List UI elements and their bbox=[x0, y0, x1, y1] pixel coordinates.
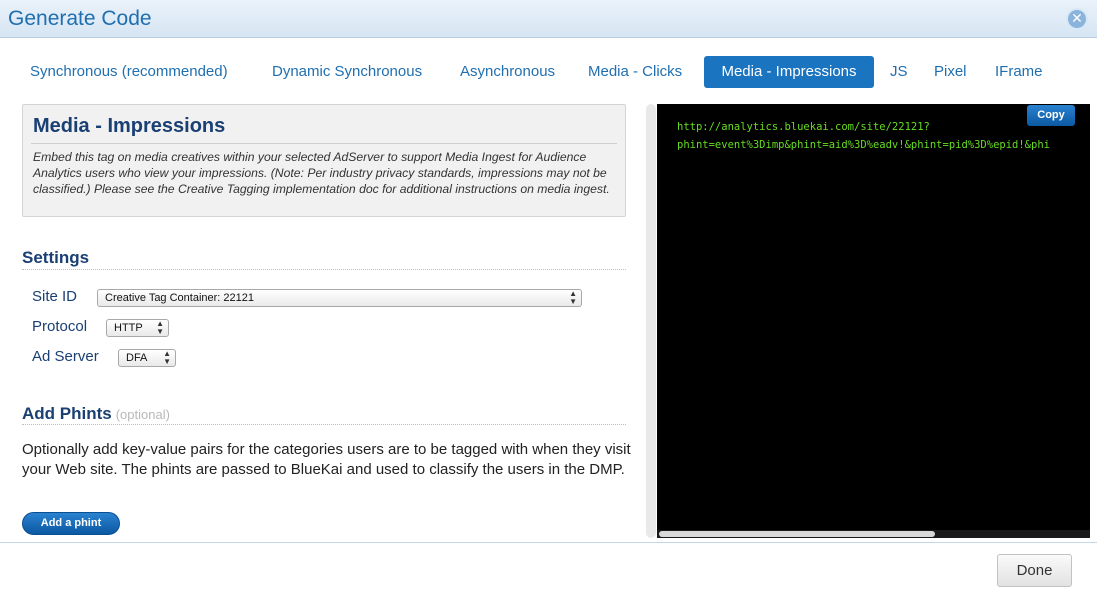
tab-pixel[interactable]: Pixel bbox=[922, 56, 979, 88]
scrollbar-thumb[interactable] bbox=[659, 531, 935, 537]
code-line-2: phint=event%3Dimp&phint=aid%3D%eadv!&phi… bbox=[677, 139, 1050, 151]
done-button[interactable]: Done bbox=[997, 554, 1072, 587]
ad-server-value: DFA bbox=[126, 352, 148, 364]
settings-pane: Media - Impressions Embed this tag on me… bbox=[0, 102, 640, 540]
tab-bar: Synchronous (recommended) Dynamic Synchr… bbox=[0, 56, 1097, 88]
add-phints-heading: Add Phints bbox=[22, 404, 112, 423]
code-output[interactable]: http://analytics.bluekai.com/site/22121?… bbox=[657, 104, 1090, 534]
protocol-select[interactable]: HTTP ▲ ▼ bbox=[106, 319, 169, 337]
tab-js[interactable]: JS bbox=[878, 56, 920, 88]
info-box: Media - Impressions Embed this tag on me… bbox=[22, 104, 626, 217]
site-id-label: Site ID bbox=[32, 288, 78, 305]
tab-dynamic-synchronous[interactable]: Dynamic Synchronous bbox=[260, 56, 434, 88]
tab-iframe[interactable]: IFrame bbox=[983, 56, 1055, 88]
close-icon[interactable]: ✕ bbox=[1066, 8, 1088, 30]
site-id-value: Creative Tag Container: 22121 bbox=[105, 292, 255, 304]
code-line-1: http://analytics.bluekai.com/site/22121? bbox=[677, 121, 930, 133]
add-phints-title: Add Phints (optional) bbox=[22, 404, 170, 424]
ad-server-label: Ad Server bbox=[32, 348, 99, 365]
info-heading: Media - Impressions bbox=[33, 115, 226, 137]
protocol-label: Protocol bbox=[32, 318, 88, 335]
protocol-value: HTTP bbox=[114, 322, 143, 334]
settings-divider bbox=[22, 269, 626, 270]
optional-label: (optional) bbox=[115, 407, 170, 422]
dialog-titlebar: Generate Code ✕ bbox=[0, 0, 1097, 38]
dialog-title: Generate Code bbox=[8, 7, 152, 30]
info-text: Embed this tag on media creatives within… bbox=[33, 150, 610, 196]
vertical-scrollbar[interactable] bbox=[646, 104, 656, 538]
tab-asynchronous[interactable]: Asynchronous bbox=[448, 56, 567, 88]
settings-title: Settings bbox=[22, 248, 90, 267]
tab-synchronous[interactable]: Synchronous (recommended) bbox=[18, 56, 240, 88]
phints-divider bbox=[22, 424, 626, 425]
ad-server-select[interactable]: DFA ▲ ▼ bbox=[118, 349, 176, 367]
horizontal-scrollbar[interactable] bbox=[657, 530, 1090, 538]
add-phint-button[interactable]: Add a phint bbox=[22, 512, 120, 535]
tab-media-clicks[interactable]: Media - Clicks bbox=[576, 56, 694, 88]
copy-button[interactable]: Copy bbox=[1027, 105, 1075, 126]
footer-divider bbox=[0, 542, 1097, 543]
phints-description: Optionally add key-value pairs for the c… bbox=[22, 441, 631, 478]
tab-media-impressions[interactable]: Media - Impressions bbox=[704, 56, 874, 88]
select-arrows-icon: ▲ ▼ bbox=[156, 319, 164, 336]
select-arrows-icon: ▲ ▼ bbox=[569, 289, 577, 306]
info-divider bbox=[31, 143, 617, 144]
code-text: http://analytics.bluekai.com/site/22121?… bbox=[677, 118, 1050, 154]
select-arrows-icon: ▲ ▼ bbox=[163, 349, 171, 366]
site-id-select[interactable]: Creative Tag Container: 22121 ▲ ▼ bbox=[97, 289, 582, 307]
